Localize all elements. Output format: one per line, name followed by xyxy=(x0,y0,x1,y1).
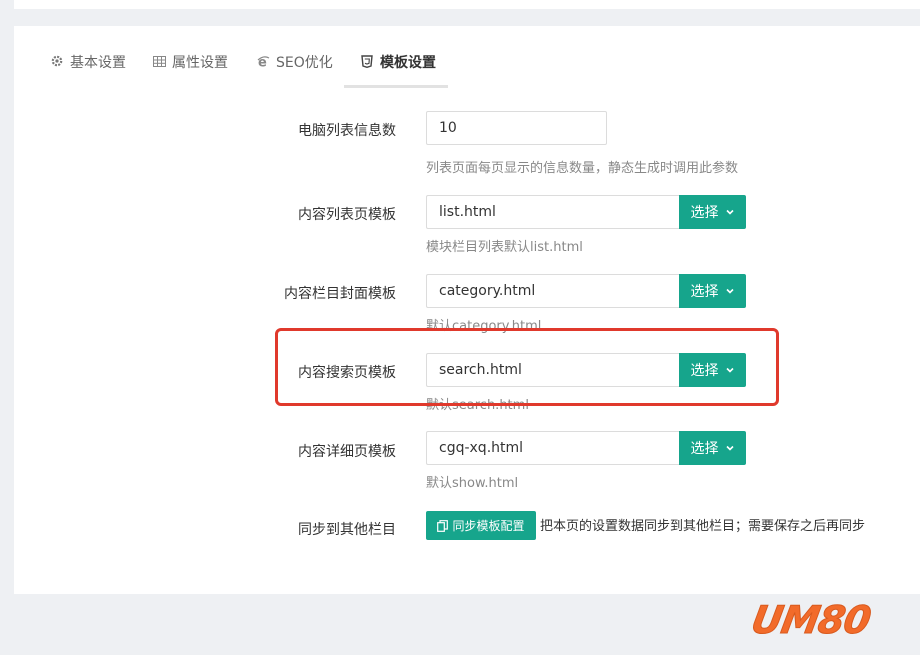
tab-attribute-settings[interactable]: 属性设置 xyxy=(152,52,228,88)
show-template-hint: 默认show.html xyxy=(426,476,519,491)
select-button-label: 选择 xyxy=(690,205,719,221)
ie-icon: e xyxy=(256,54,270,68)
category-template-select-button[interactable]: 选择 xyxy=(679,274,746,308)
tab-label: 基本设置 xyxy=(70,55,126,71)
gear-icon xyxy=(50,54,64,68)
show-template-select-button[interactable]: 选择 xyxy=(679,431,746,465)
list-count-label: 电脑列表信息数 xyxy=(298,123,396,139)
sync-description: 把本页的设置数据同步到其他栏目；需要保存之后再同步 xyxy=(540,519,866,534)
top-panel-edge xyxy=(14,0,920,9)
active-tab-underline xyxy=(344,85,448,88)
list-template-hint: 模块栏目列表默认list.html xyxy=(426,240,583,255)
select-button-label: 选择 xyxy=(690,284,719,300)
tab-template-settings[interactable]: 模板设置 xyxy=(360,52,436,88)
table-icon xyxy=(152,54,166,68)
list-template-select-button[interactable]: 选择 xyxy=(679,195,746,229)
select-button-label: 选择 xyxy=(690,441,719,457)
list-template-input[interactable]: list.html xyxy=(426,195,679,229)
chevron-down-icon xyxy=(725,286,735,296)
highlight-annotation-box xyxy=(275,328,779,406)
tab-label: 属性设置 xyxy=(172,55,228,71)
chevron-down-icon xyxy=(725,443,735,453)
copy-icon xyxy=(437,519,449,532)
list-count-hint: 列表页面每页显示的信息数量，静态生成时调用此参数 xyxy=(426,161,739,176)
tab-label: SEO优化 xyxy=(276,55,333,71)
html5-icon xyxy=(360,54,374,68)
category-template-label: 内容栏目封面模板 xyxy=(284,286,396,302)
show-template-input[interactable]: cgq-xq.html xyxy=(426,431,679,465)
um80-logo: UM80 xyxy=(748,598,874,643)
tab-bar: 基本设置 属性设置 e SEO优化 模板设置 xyxy=(14,26,920,88)
sync-label: 同步到其他栏目 xyxy=(298,522,396,538)
sync-button-label: 同步模板配置 xyxy=(452,519,525,533)
show-template-label: 内容详细页模板 xyxy=(298,444,396,460)
tab-basic-settings[interactable]: 基本设置 xyxy=(50,52,126,88)
chevron-down-icon xyxy=(725,207,735,217)
list-count-input[interactable]: 10 xyxy=(426,111,607,145)
list-template-label: 内容列表页模板 xyxy=(298,207,396,223)
sync-template-config-button[interactable]: 同步模板配置 xyxy=(426,511,536,540)
tab-seo[interactable]: e SEO优化 xyxy=(256,52,333,88)
tab-label: 模板设置 xyxy=(380,55,436,71)
category-template-input[interactable]: category.html xyxy=(426,274,679,308)
